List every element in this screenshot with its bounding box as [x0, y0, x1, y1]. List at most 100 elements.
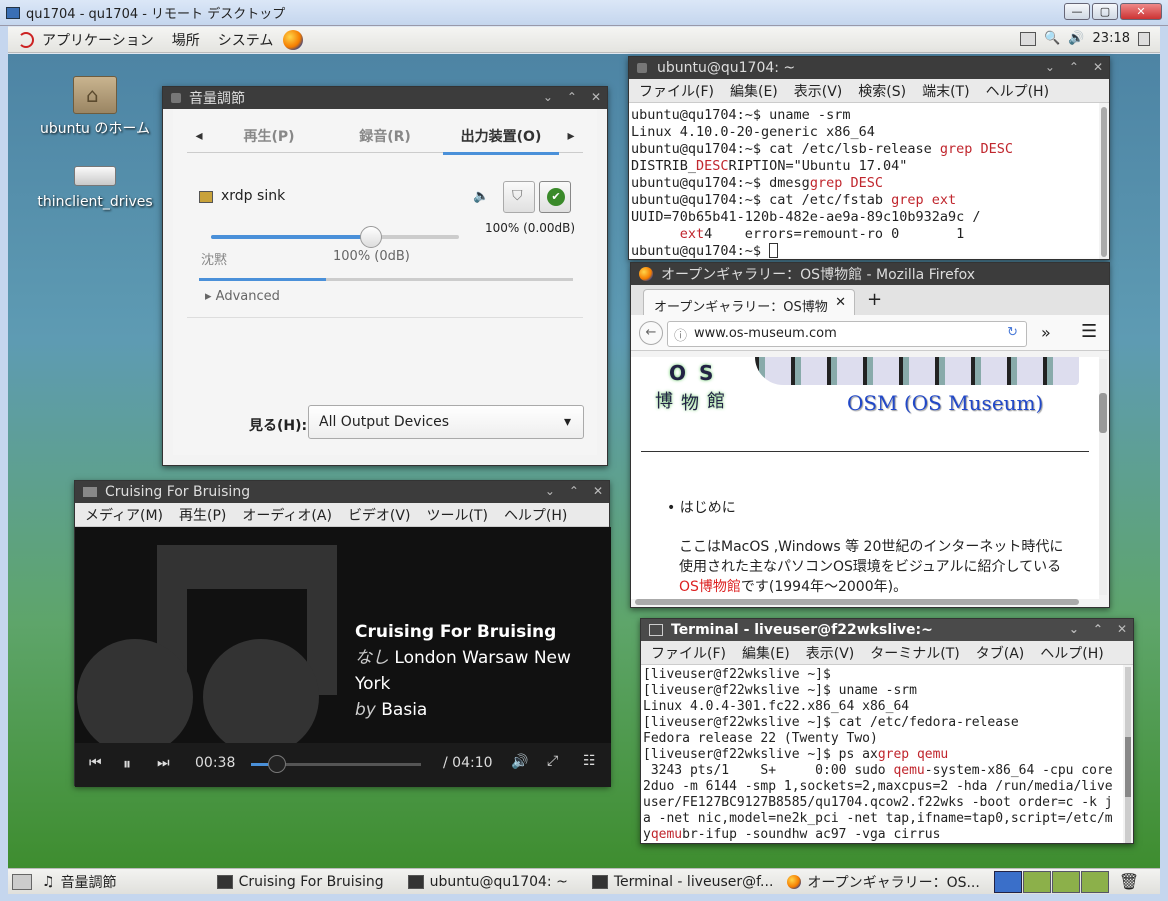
debian-swirl-icon: [18, 31, 34, 48]
set-default-button[interactable]: ✔: [539, 181, 571, 213]
taskbar-item-firefox[interactable]: オープンギャラリー：OS...: [787, 872, 980, 892]
menu-terminal[interactable]: ターミナル(T): [870, 643, 959, 663]
workspace-4[interactable]: [1080, 870, 1109, 893]
scrollbar[interactable]: [1101, 107, 1107, 257]
url-bar[interactable]: ⓘ www.os-museum.com ↻: [667, 321, 1027, 347]
tab-recording[interactable]: 録音(R): [327, 126, 443, 146]
lock-channels-button[interactable]: ⛉: [503, 181, 535, 213]
volume-icon[interactable]: 🔊: [1068, 31, 1084, 46]
close-icon[interactable]: ✕: [1117, 622, 1127, 636]
minimize-button[interactable]: —: [1064, 3, 1090, 20]
hamburger-menu-icon[interactable]: ☰: [1081, 321, 1097, 342]
terminal-line: [liveuser@f22wkslive ~]$ ps axgrep qemu: [643, 747, 949, 762]
overflow-menu-icon[interactable]: »: [1041, 323, 1051, 342]
menu-help[interactable]: ヘルプ(H): [1040, 643, 1103, 663]
menu-tools[interactable]: ツール(T): [426, 505, 487, 525]
taskbar-item-sound[interactable]: ♫ 音量調節: [42, 872, 117, 892]
chevron-down-icon[interactable]: ⌄: [1045, 60, 1055, 74]
menu-help[interactable]: ヘルプ(H): [504, 505, 567, 525]
volume-icon[interactable]: 🔊: [511, 754, 528, 770]
seek-bar[interactable]: [251, 755, 421, 773]
advanced-expander[interactable]: ▸ Advanced: [205, 289, 280, 304]
volume-slider-knob[interactable]: [360, 226, 382, 248]
playlist-icon[interactable]: ☷: [583, 753, 596, 769]
tab-scroll-left-icon[interactable]: ◂: [187, 128, 211, 144]
menu-tabs[interactable]: タブ(A): [976, 643, 1025, 663]
desktop-icon-home[interactable]: ubuntu のホーム: [30, 76, 160, 138]
menu-edit[interactable]: 編集(E): [730, 81, 778, 101]
chevron-down-icon[interactable]: ⌄: [545, 484, 555, 498]
workspace-1[interactable]: [993, 870, 1022, 893]
menu-video[interactable]: ビデオ(V): [348, 505, 411, 525]
seek-bar-knob[interactable]: [267, 755, 286, 773]
window-title-bar: オープンギャラリー：OS博物館 - Mozilla Firefox: [631, 263, 1109, 285]
chevron-up-icon[interactable]: ⌃: [1069, 60, 1079, 74]
fullscreen-icon[interactable]: ⤢: [547, 753, 558, 769]
menu-terminal[interactable]: 端末(T): [922, 81, 969, 101]
close-icon[interactable]: ✕: [593, 484, 603, 498]
workspace-2[interactable]: [1022, 870, 1051, 893]
places-menu[interactable]: 場所: [172, 30, 200, 50]
pause-icon[interactable]: ⏸: [123, 754, 131, 774]
tab-close-icon[interactable]: ✕: [835, 295, 846, 310]
back-button[interactable]: ←: [639, 321, 663, 345]
clock[interactable]: 23:18: [1093, 31, 1130, 46]
chevron-up-icon[interactable]: ⌃: [569, 484, 579, 498]
menu-view[interactable]: 表示(V): [806, 643, 855, 663]
menu-edit[interactable]: 編集(E): [742, 643, 790, 663]
home-folder-icon: [73, 76, 117, 114]
menu-audio[interactable]: オーディオ(A): [242, 505, 332, 525]
output-devices-combo[interactable]: All Output Devices ▾: [308, 405, 584, 439]
terminal-output[interactable]: ubuntu@qu1704:~$ uname -srm Linux 4.10.0-…: [629, 103, 1099, 259]
menu-playback[interactable]: 再生(P): [179, 505, 226, 525]
menu-view[interactable]: 表示(V): [794, 81, 843, 101]
firefox-launcher-icon[interactable]: [283, 29, 304, 50]
terminal-output[interactable]: [liveuser@f22wkslive ~]$ [liveuser@f22wks…: [641, 665, 1123, 843]
desktop-icon-drives[interactable]: thinclient_drives: [30, 156, 160, 210]
chevron-up-icon[interactable]: ⌃: [1093, 622, 1103, 636]
tab-output-devices[interactable]: 出力装置(O): [443, 126, 559, 155]
terminal-line: Linux 4.0.4-301.fc22.x86_64 x86_64: [643, 699, 910, 714]
close-button[interactable]: ✕: [1120, 3, 1162, 20]
trash-icon[interactable]: 🗑: [1119, 872, 1139, 891]
next-icon[interactable]: ⏭: [157, 755, 170, 771]
menu-file[interactable]: ファイル(F): [639, 81, 714, 101]
browser-tab[interactable]: オープンギャラリー：OS博物 ✕: [643, 289, 855, 317]
close-icon[interactable]: ✕: [591, 90, 601, 104]
menu-file[interactable]: ファイル(F): [651, 643, 726, 663]
new-tab-button[interactable]: +: [867, 289, 882, 310]
horizontal-scrollbar[interactable]: [635, 599, 1079, 605]
os-museum-link[interactable]: OS博物館: [679, 579, 741, 595]
chevron-down-icon[interactable]: ⌄: [1069, 622, 1079, 636]
system-menu[interactable]: システム: [218, 30, 274, 50]
tab-playback[interactable]: 再生(P): [211, 126, 327, 146]
chevron-down-icon[interactable]: ⌄: [543, 90, 553, 104]
video-area[interactable]: Cruising For Bruising なし London Warsaw N…: [75, 527, 611, 743]
workspace-switcher[interactable]: [993, 870, 1109, 893]
scrollbar-thumb[interactable]: [1125, 737, 1131, 797]
menu-help[interactable]: ヘルプ(H): [986, 81, 1049, 101]
info-icon[interactable]: ⓘ: [674, 325, 687, 344]
applications-menu[interactable]: アプリケーション: [42, 30, 154, 50]
maximize-button[interactable]: ▢: [1092, 3, 1118, 20]
taskbar-item-media[interactable]: Cruising For Bruising: [216, 874, 384, 890]
mute-icon[interactable]: 🔈: [473, 189, 489, 204]
scrollbar-thumb[interactable]: [1099, 393, 1107, 433]
reload-icon[interactable]: ↻: [1007, 325, 1018, 340]
show-desktop-icon[interactable]: [12, 873, 32, 890]
list-item[interactable]: • はじめに: [667, 497, 736, 517]
workspace-3[interactable]: [1051, 870, 1080, 893]
chevron-up-icon[interactable]: ⌃: [567, 90, 577, 104]
tab-scroll-right-icon[interactable]: ▸: [559, 128, 583, 144]
close-icon[interactable]: ✕: [1093, 60, 1103, 74]
previous-icon[interactable]: ⏮: [89, 755, 102, 771]
keyboard-icon[interactable]: [1020, 31, 1037, 46]
menu-media[interactable]: メディア(M): [85, 505, 163, 525]
search-icon[interactable]: 🔍: [1044, 31, 1060, 46]
scrollbar[interactable]: [1125, 667, 1131, 843]
show-desktop-icon[interactable]: [1138, 31, 1150, 46]
taskbar-item-fedora-terminal[interactable]: Terminal - liveuser@f...: [591, 874, 773, 890]
vertical-scrollbar[interactable]: [1099, 359, 1107, 595]
menu-search[interactable]: 検索(S): [858, 81, 906, 101]
taskbar-item-ubuntu-terminal[interactable]: ubuntu@qu1704: ~: [407, 874, 568, 890]
